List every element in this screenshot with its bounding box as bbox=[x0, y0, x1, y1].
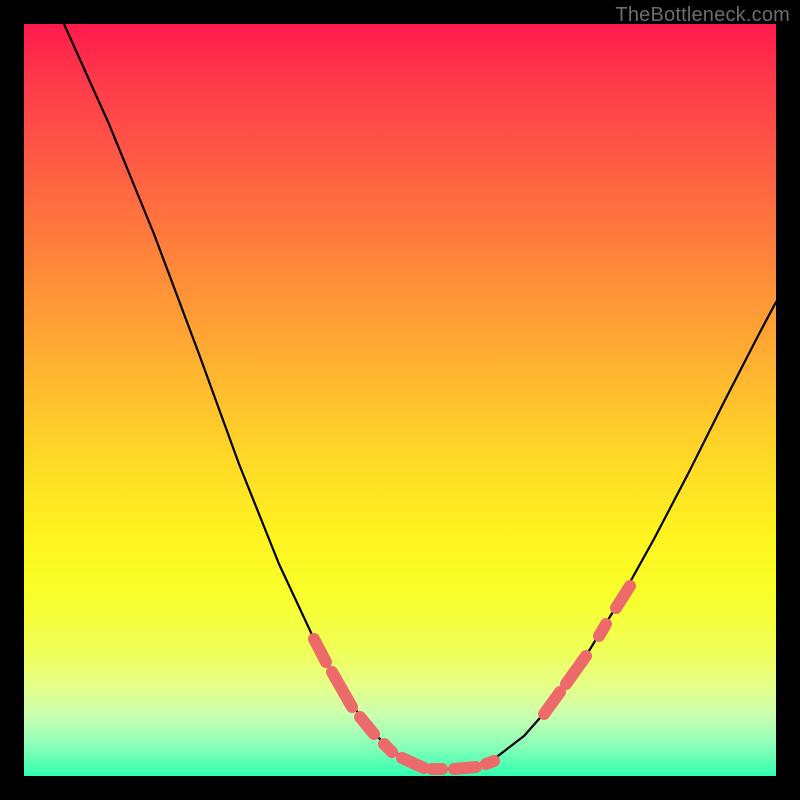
curve-marker bbox=[616, 586, 630, 608]
bottleneck-curve bbox=[64, 24, 776, 769]
bottleneck-curve-svg bbox=[24, 24, 776, 776]
curve-marker bbox=[384, 744, 392, 752]
watermark-label: TheBottleneck.com bbox=[615, 4, 790, 27]
curve-marker bbox=[566, 656, 586, 684]
curve-marker bbox=[544, 692, 560, 714]
curve-marker bbox=[402, 758, 424, 768]
curve-marker bbox=[332, 672, 352, 707]
curve-marker bbox=[599, 624, 606, 636]
marker-group bbox=[314, 586, 630, 769]
curve-marker bbox=[314, 639, 326, 662]
curve-marker bbox=[454, 767, 476, 769]
chart-plot-area bbox=[24, 24, 776, 776]
curve-marker bbox=[486, 761, 494, 764]
curve-marker bbox=[360, 717, 374, 734]
